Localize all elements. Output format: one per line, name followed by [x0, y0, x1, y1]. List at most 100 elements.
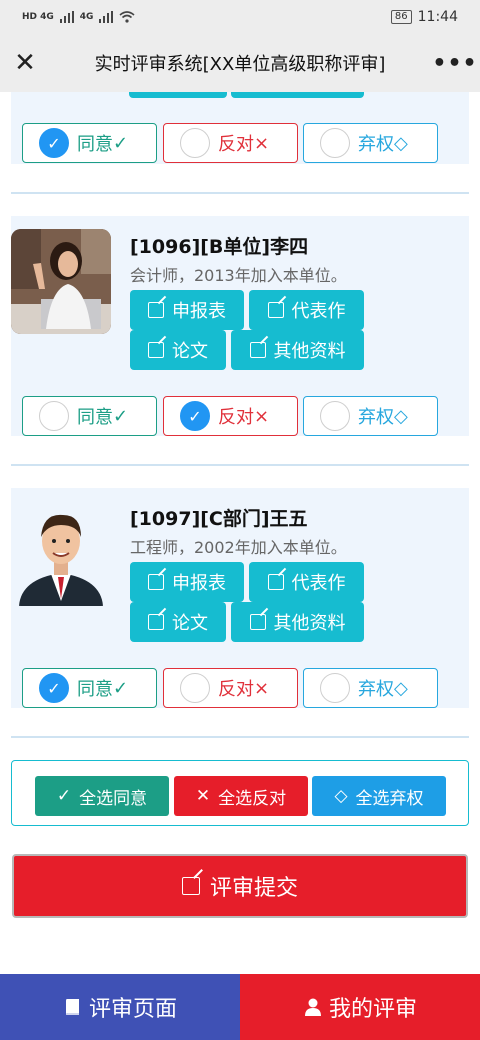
nav-label: 我的评审: [328, 997, 417, 1022]
doc-label: 代表作: [291, 301, 346, 322]
candidate-description: 工程师，2002年加入本单位。: [130, 538, 347, 557]
doc-button-other[interactable]: [231, 92, 364, 98]
vote-oppose-option[interactable]: 反对 ×: [163, 668, 298, 708]
close-icon: ✕: [195, 786, 211, 806]
eye-icon: ◇: [334, 786, 348, 806]
edit-icon: [148, 614, 164, 630]
candidate-description: 会计师，2013年加入本单位。: [130, 266, 347, 285]
battery-icon: 86: [390, 10, 412, 24]
select-all-agree-button[interactable]: ✓ 全选同意: [35, 776, 169, 816]
divider: [11, 464, 469, 466]
candidate-card-1097: [1097][C部门]王五 工程师，2002年加入本单位。 申报表 代表作 论文…: [11, 488, 469, 708]
doc-label: 其他资料: [273, 341, 346, 362]
radio-unchecked-icon: [180, 128, 210, 158]
edit-icon: [249, 614, 266, 630]
status-bar: HD 4G 4G 86 11:44: [0, 0, 480, 34]
check-mark-icon: ✓: [113, 405, 129, 427]
doc-button-representative[interactable]: 代表作: [249, 562, 364, 602]
book-icon: [65, 999, 79, 1015]
nav-review-page[interactable]: 评审页面: [0, 974, 240, 1040]
man-cartoon-icon: [19, 514, 103, 606]
vote-oppose-option[interactable]: 反对 ×: [163, 123, 298, 163]
candidate-name: [1097][C部门]王五: [130, 508, 308, 530]
doc-label: 申报表: [172, 301, 226, 322]
page-title: 实时评审系统[XX单位高级职称评审]: [94, 54, 386, 75]
vote-abstain-option[interactable]: 弃权 ◇: [303, 123, 438, 163]
bulk-actions: ✓ 全选同意 ✕ 全选反对 ◇ 全选弃权: [11, 760, 469, 826]
radio-unchecked-icon: [320, 401, 350, 431]
divider: [11, 736, 469, 738]
doc-label: 论文: [172, 341, 208, 362]
doc-button-paper[interactable]: [129, 92, 227, 98]
doc-button-paper[interactable]: 论文: [130, 330, 226, 370]
edit-icon: [267, 574, 284, 590]
vote-agree-label: 同意: [77, 679, 113, 700]
vote-oppose-option[interactable]: ✓ 反对 ×: [163, 396, 298, 436]
radio-checked-icon: ✓: [180, 401, 210, 431]
close-icon[interactable]: ✕: [0, 34, 50, 92]
vote-agree-option[interactable]: ✓ 同意 ✓: [22, 668, 157, 708]
clock: 11:44: [417, 9, 458, 25]
doc-label: 申报表: [172, 573, 226, 594]
check-mark-icon: ✓: [113, 677, 129, 699]
bulk-label: 全选反对: [218, 788, 287, 809]
network-left: HD 4G: [22, 12, 54, 22]
doc-button-other[interactable]: 其他资料: [231, 330, 364, 370]
cross-mark-icon: ×: [254, 132, 270, 154]
doc-button-other[interactable]: 其他资料: [231, 602, 364, 642]
bulk-label: 全选弃权: [355, 788, 424, 809]
doc-button-paper[interactable]: 论文: [130, 602, 226, 642]
vote-agree-label: 同意: [77, 407, 113, 428]
vote-oppose-label: 反对: [218, 679, 254, 700]
select-all-abstain-button[interactable]: ◇ 全选弃权: [312, 776, 446, 816]
eye-icon: ◇: [394, 405, 408, 427]
network-indicators: HD 4G 4G: [22, 11, 135, 23]
select-all-oppose-button[interactable]: ✕ 全选反对: [174, 776, 308, 816]
woman-photo-icon: [11, 229, 111, 334]
radio-unchecked-icon: [39, 401, 69, 431]
signal-icon: [59, 11, 74, 23]
vote-agree-option[interactable]: 同意 ✓: [22, 396, 157, 436]
edit-icon: [148, 302, 164, 318]
eye-icon: ◇: [394, 677, 408, 699]
doc-button-application[interactable]: 申报表: [130, 290, 244, 330]
nav-label: 评审页面: [88, 997, 177, 1022]
divider: [11, 192, 469, 194]
candidate-name: [1096][B单位]李四: [130, 236, 309, 258]
eye-icon: ◇: [394, 132, 408, 154]
woman-avatar: [11, 229, 111, 334]
more-icon[interactable]: •••: [430, 34, 480, 92]
vote-oppose-label: 反对: [218, 407, 254, 428]
radio-unchecked-icon: [320, 673, 350, 703]
signal-icon-2: [99, 11, 114, 23]
doc-button-application[interactable]: 申报表: [130, 562, 244, 602]
review-list[interactable]: ✓ 同意 ✓ 反对 × 弃权 ◇ [1096][B单位]李四 会计师，2013年…: [0, 92, 480, 974]
doc-label: 其他资料: [273, 613, 346, 634]
edit-icon: [148, 574, 164, 590]
vote-agree-label: 同意: [77, 134, 113, 155]
vote-oppose-label: 反对: [218, 134, 254, 155]
doc-label: 论文: [172, 613, 208, 634]
check-icon: ✓: [56, 786, 72, 806]
vote-abstain-label: 弃权: [358, 679, 394, 700]
wifi-icon: [119, 11, 135, 23]
cross-mark-icon: ×: [254, 677, 270, 699]
cross-mark-icon: ×: [254, 405, 270, 427]
edit-icon: [181, 877, 200, 895]
network-right: 4G: [79, 12, 94, 22]
submit-review-button[interactable]: 评审提交: [12, 854, 468, 918]
radio-checked-icon: ✓: [39, 673, 69, 703]
edit-icon: [267, 302, 284, 318]
bottom-nav: 评审页面 我的评审: [0, 974, 480, 1040]
vote-abstain-label: 弃权: [358, 407, 394, 428]
doc-button-representative[interactable]: 代表作: [249, 290, 364, 330]
vote-abstain-option[interactable]: 弃权 ◇: [303, 396, 438, 436]
vote-abstain-option[interactable]: 弃权 ◇: [303, 668, 438, 708]
vote-agree-option[interactable]: ✓ 同意 ✓: [22, 123, 157, 163]
doc-label: 代表作: [291, 573, 346, 594]
radio-checked-icon: ✓: [39, 128, 69, 158]
radio-unchecked-icon: [180, 673, 210, 703]
radio-unchecked-icon: [320, 128, 350, 158]
nav-my-reviews[interactable]: 我的评审: [240, 974, 480, 1040]
candidate-card-1096: [1096][B单位]李四 会计师，2013年加入本单位。 申报表 代表作 论文…: [11, 216, 469, 436]
